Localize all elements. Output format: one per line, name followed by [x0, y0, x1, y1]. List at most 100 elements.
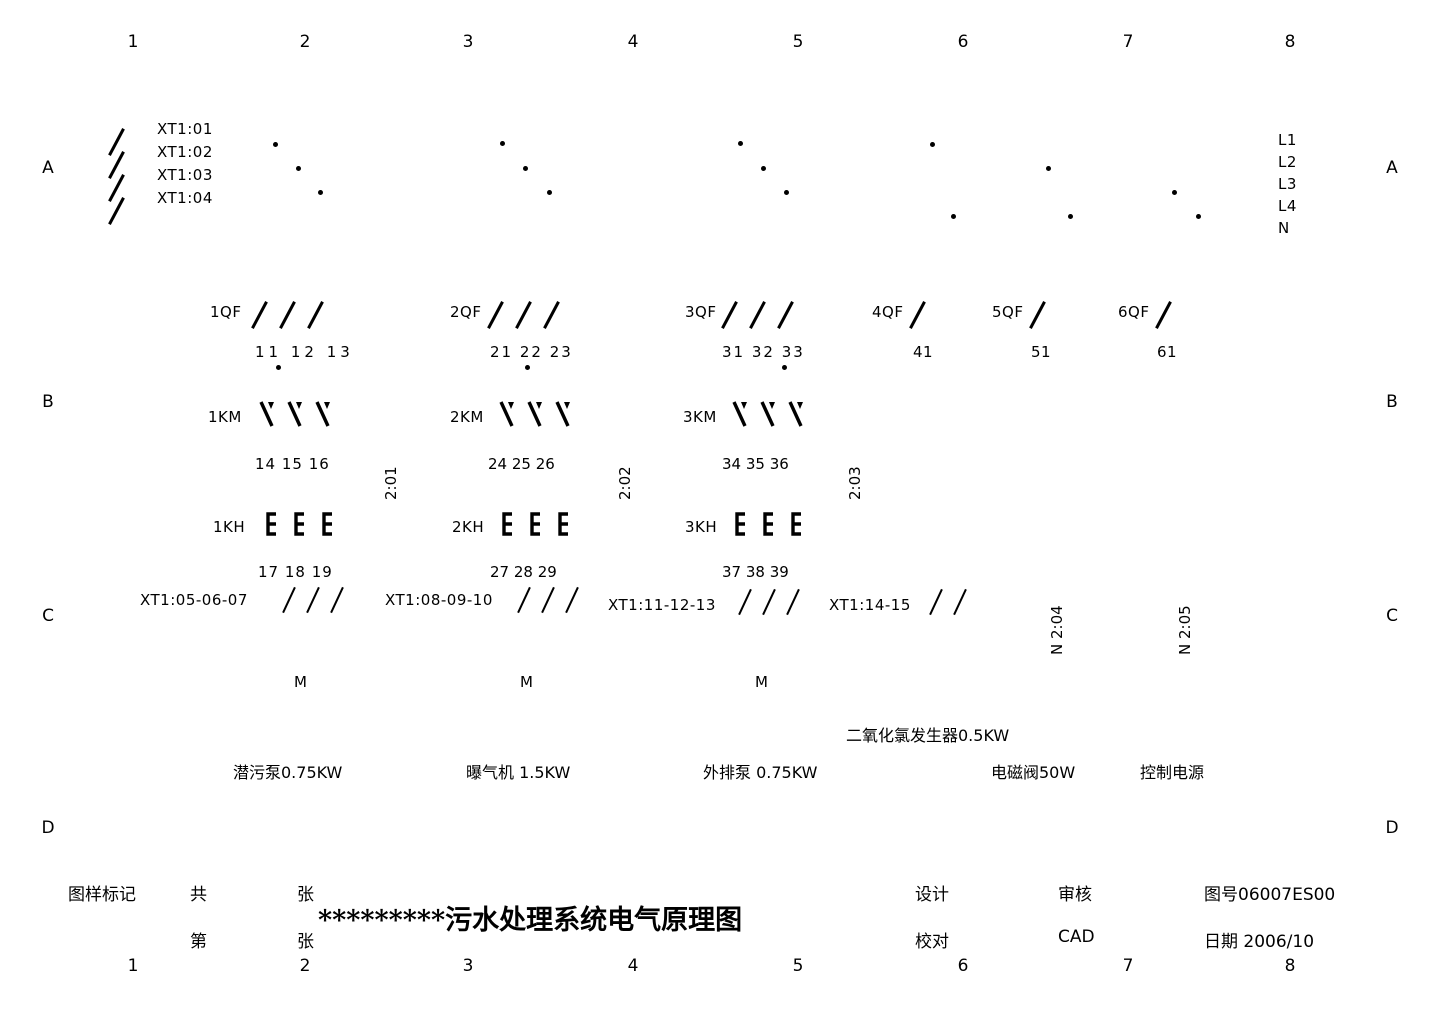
row-letter-left-c: C — [42, 606, 54, 626]
thermal-relay-tag-2kh: 2KH — [452, 518, 485, 536]
contactor-pole-2km — [554, 400, 572, 430]
load-label-submersible-pump: 潜污泵0.75KW — [233, 763, 343, 782]
column-number-top-8: 8 — [1284, 32, 1296, 52]
breaker-tag-1qf: 1QF — [210, 303, 242, 321]
column-number-top-5: 5 — [792, 32, 804, 52]
thermal-relay-element-1kh — [292, 512, 308, 536]
thermal-relay-terminals-1kh: 17 18 19 — [258, 563, 333, 581]
breaker-pole-1qf — [279, 300, 296, 330]
phase-label-l4: L4 — [1278, 197, 1297, 215]
contactor-terminals-3km: 34 35 36 — [722, 455, 789, 473]
breaker-tag-6qf: 6QF — [1118, 303, 1150, 321]
title-block-date: 日期 2006/10 — [1204, 932, 1315, 952]
title-block-sheet-label: 第 — [190, 932, 207, 952]
column-number-bottom-5: 5 — [792, 956, 804, 976]
cross-reference-n-2-05: N 2:05 — [1176, 605, 1194, 655]
breaker-pole-4qf — [909, 300, 926, 330]
thermal-relay-element-3kh — [761, 512, 777, 536]
motor-symbol-3: M — [755, 673, 769, 691]
breaker-terminal-dot — [525, 365, 530, 370]
cross-reference-2-02: 2:02 — [616, 466, 634, 500]
outgoing-terminal-slash — [517, 586, 531, 614]
column-number-bottom-8: 8 — [1284, 956, 1296, 976]
outgoing-terminal-label-3: XT1:11-12-13 — [608, 596, 716, 614]
bus-junction-dot — [1068, 214, 1073, 219]
bus-junction-dot — [500, 141, 505, 146]
breaker-terminal-dot — [276, 365, 281, 370]
bus-junction-dot — [1196, 214, 1201, 219]
column-number-top-4: 4 — [627, 32, 639, 52]
bus-junction-dot — [296, 166, 301, 171]
outgoing-terminal-slash — [565, 586, 579, 614]
title-block-mark-label: 图样标记 — [68, 885, 136, 905]
bus-junction-dot — [1046, 166, 1051, 171]
outgoing-terminal-label-2: XT1:08-09-10 — [385, 591, 493, 609]
outgoing-terminal-slash — [330, 586, 344, 614]
thermal-relay-element-3kh — [789, 512, 805, 536]
bus-junction-dot — [318, 190, 323, 195]
thermal-relay-element-1kh — [320, 512, 336, 536]
title-block-review-label: 审核 — [1058, 885, 1092, 905]
column-number-top-7: 7 — [1122, 32, 1134, 52]
breaker-pole-3qf — [721, 300, 738, 330]
row-letter-left-d: D — [41, 818, 55, 838]
breaker-terminal-dot — [782, 365, 787, 370]
breaker-tag-3qf: 3QF — [685, 303, 717, 321]
bus-junction-dot — [951, 214, 956, 219]
row-letter-left-a: A — [42, 158, 54, 178]
phase-label-n: N — [1278, 219, 1290, 237]
breaker-tag-2qf: 2QF — [450, 303, 482, 321]
motor-symbol-2: M — [520, 673, 534, 691]
cross-reference-2-03: 2:03 — [846, 466, 864, 500]
incoming-terminal-label-3: XT1:03 — [157, 166, 213, 184]
contactor-pole-1km — [258, 400, 276, 430]
contactor-pole-2km — [498, 400, 516, 430]
breaker-pole-5qf — [1029, 300, 1046, 330]
thermal-relay-element-1kh — [264, 512, 280, 536]
outgoing-terminal-slash — [762, 588, 776, 616]
breaker-tag-4qf: 4QF — [872, 303, 904, 321]
load-label-control-power: 控制电源 — [1140, 763, 1205, 782]
incoming-terminal-label-4: XT1:04 — [157, 189, 213, 207]
title-block-total-label: 共 — [190, 885, 207, 905]
contactor-pole-1km — [314, 400, 332, 430]
breaker-pole-2qf — [515, 300, 532, 330]
breaker-pole-2qf — [487, 300, 504, 330]
contactor-pole-3km — [787, 400, 805, 430]
column-number-bottom-3: 3 — [462, 956, 474, 976]
contactor-terminals-2km: 24 25 26 — [488, 455, 555, 473]
breaker-pole-6qf — [1155, 300, 1172, 330]
outgoing-terminal-slash — [738, 588, 752, 616]
motor-symbol-1: M — [294, 673, 308, 691]
outgoing-terminal-slash — [306, 586, 320, 614]
column-number-top-3: 3 — [462, 32, 474, 52]
outgoing-terminal-label-4: XT1:14-15 — [829, 596, 911, 614]
outgoing-terminal-slash — [953, 588, 967, 616]
column-number-bottom-1: 1 — [127, 956, 139, 976]
column-number-bottom-7: 7 — [1122, 956, 1134, 976]
bus-junction-dot — [738, 141, 743, 146]
contactor-pole-1km — [286, 400, 304, 430]
incoming-terminal-label-1: XT1:01 — [157, 120, 213, 138]
incoming-terminal-label-2: XT1:02 — [157, 143, 213, 161]
load-label-solenoid-valve: 电磁阀50W — [991, 763, 1076, 782]
breaker-pole-2qf — [543, 300, 560, 330]
title-block-proof-label: 校对 — [915, 932, 949, 952]
breaker-pole-3qf — [749, 300, 766, 330]
load-label-aerator: 曝气机 1.5KW — [466, 763, 571, 782]
thermal-relay-element-3kh — [733, 512, 749, 536]
drawing-title: *********污水处理系统电气原理图 — [318, 905, 743, 936]
phase-label-l3: L3 — [1278, 175, 1297, 193]
cross-reference-n-2-04: N 2:04 — [1048, 605, 1066, 655]
breaker-terminals-6qf: 61 — [1157, 343, 1178, 361]
breaker-terminals-1qf: 11 12 13 — [255, 343, 354, 361]
contactor-pole-2km — [526, 400, 544, 430]
bus-junction-dot — [547, 190, 552, 195]
title-block-total-unit: 张 — [297, 885, 314, 905]
bus-junction-dot — [273, 142, 278, 147]
outgoing-terminal-slash — [541, 586, 555, 614]
outgoing-terminal-slash — [929, 588, 943, 616]
outgoing-terminal-slash — [786, 588, 800, 616]
cross-reference-2-01: 2:01 — [382, 466, 400, 500]
column-number-top-6: 6 — [957, 32, 969, 52]
